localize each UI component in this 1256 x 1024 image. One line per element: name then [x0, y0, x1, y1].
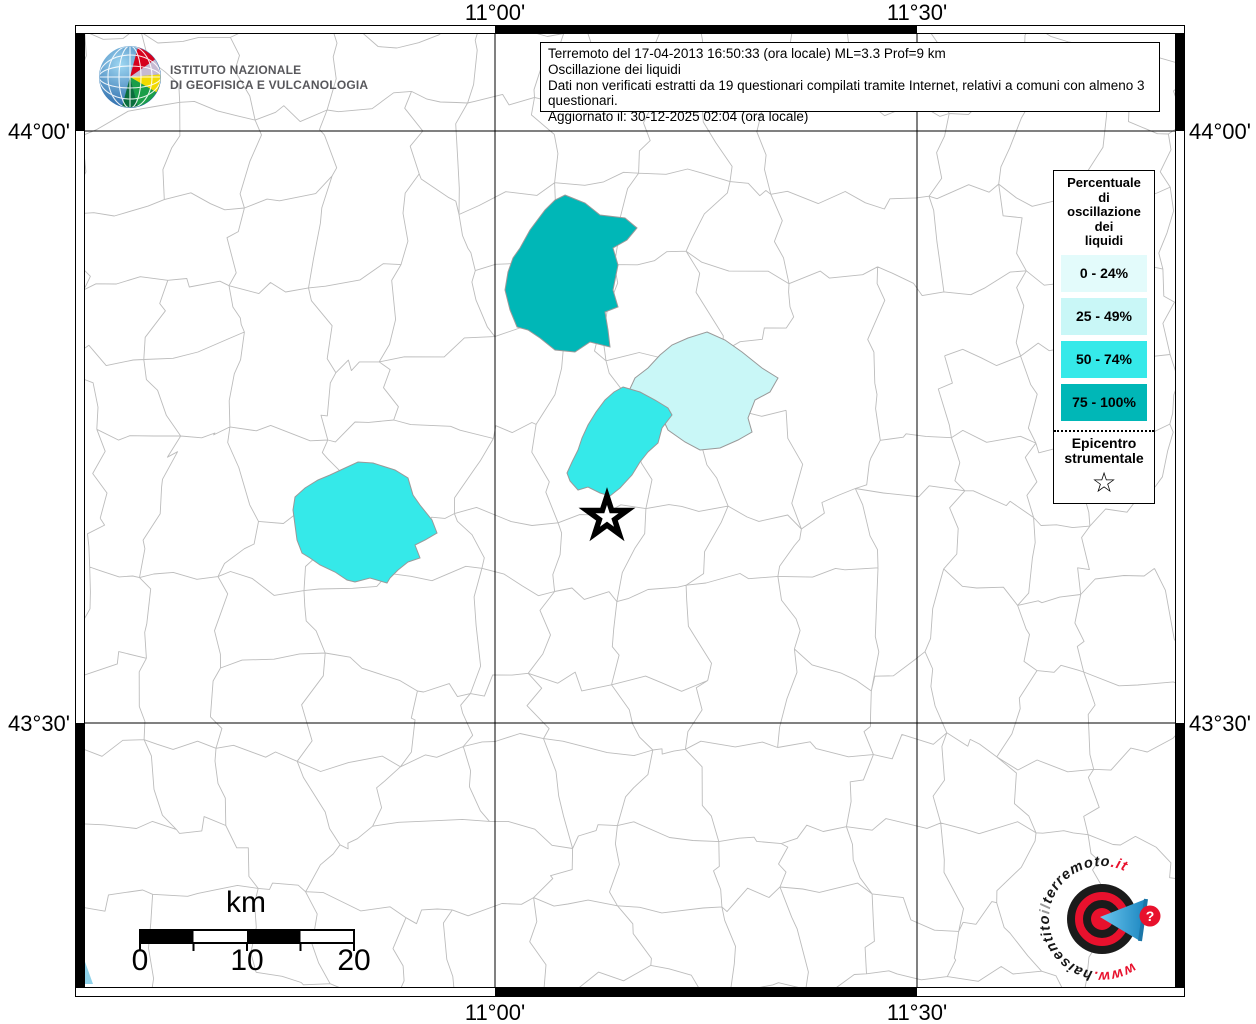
legend-title-line: oscillazione [1067, 204, 1141, 219]
lon-label-top-1130: 11°30' [886, 0, 948, 25]
legend-class-25-49: 25 - 49% [1061, 297, 1147, 335]
legend-class-label: 25 - 49% [1075, 308, 1133, 324]
earthquake-map-page: ? www.haisentitoilterremoto.it ISTITUTO … [0, 0, 1256, 1024]
ingv-name-line2: DI GEOFISICA E VULCANOLOGIA [170, 78, 369, 92]
map-frame [75, 25, 1185, 997]
legend: Percentuale di oscillazione dei liquidi … [1053, 170, 1155, 504]
legend-epicenter-line: Epicentro [1071, 434, 1137, 451]
legend-class-50-74: 50 - 74% [1061, 340, 1147, 378]
legend-divider [1054, 429, 1154, 432]
event-title: Terremoto del 17-04-2013 16:50:33 (ora l… [548, 46, 946, 61]
legend-class-label: 75 - 100% [1072, 394, 1136, 410]
lat-label-right-4330: 43°30' [1189, 711, 1251, 736]
legend-title: Percentuale di oscillazione dei liquidi [1054, 175, 1154, 249]
scale-unit-label: km [226, 886, 266, 919]
legend-epicenter-label: Epicentro strumentale [1054, 434, 1154, 466]
lat-label-right-4400: 44°00' [1189, 119, 1251, 144]
scale-tick-10: 10 [230, 944, 264, 977]
lon-label-bottom-1130: 11°30' [886, 1000, 948, 1024]
event-disclaimer: Dati non verificati estratti da 19 quest… [548, 77, 1145, 109]
frame-black-segments [75, 25, 1185, 997]
event-effect: Oscillazione dei liquidi [548, 61, 681, 77]
legend-title-line: Percentuale [1067, 175, 1141, 190]
ingv-name: ISTITUTO NAZIONALE DI GEOFISICA E VULCAN… [170, 63, 368, 93]
event-info-box: Terremoto del 17-04-2013 16:50:33 (ora l… [540, 42, 1160, 124]
legend-epicenter-line: strumentale [1064, 449, 1144, 466]
legend-title-line: di [1098, 189, 1110, 205]
legend-class-label: 0 - 24% [1079, 265, 1129, 281]
legend-class-label: 50 - 74% [1075, 351, 1133, 367]
lat-label-left-4400: 44°00' [8, 119, 70, 144]
star-icon: ☆ [1091, 466, 1117, 498]
scale-tick-0: 0 [131, 944, 149, 977]
ingv-name-line1: ISTITUTO NAZIONALE [170, 63, 302, 77]
legend-class-0-24: 0 - 24% [1061, 254, 1147, 292]
lon-label-top-1100: 11°00' [464, 0, 526, 25]
legend-title-line: dei [1094, 218, 1114, 234]
legend-title-line: liquidi [1084, 233, 1124, 248]
legend-class-75-100: 75 - 100% [1061, 383, 1147, 421]
lat-label-left-4330: 43°30' [8, 711, 70, 736]
scale-tick-20: 20 [337, 944, 371, 977]
event-updated: Aggiornato il: 30-12-2025 02:04 (ora loc… [548, 109, 809, 125]
lon-label-bottom-1100: 11°00' [464, 1000, 526, 1024]
